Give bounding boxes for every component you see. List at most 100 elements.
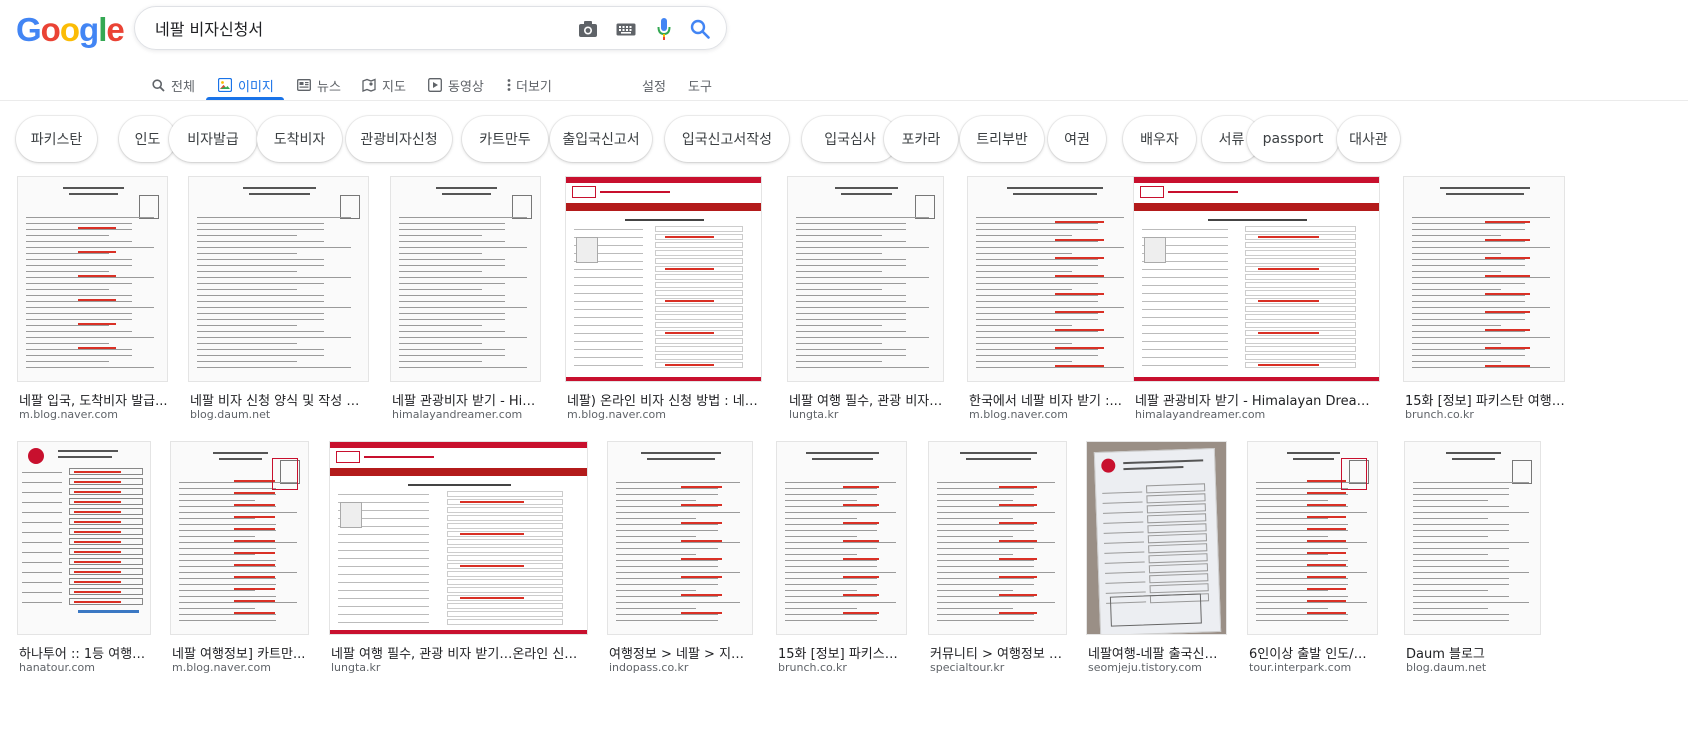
image-result[interactable]: 여행정보 > 네팔 > 지역정... indopass.co.kr xyxy=(607,441,753,693)
result-title[interactable]: 네팔 관광비자 받기 - Himal... xyxy=(392,390,541,409)
image-result[interactable]: 15화 [정보] 파키스탄 여행비... brunch.co.kr xyxy=(1403,176,1565,440)
result-title[interactable]: 네팔 여행정보] 카트만... xyxy=(172,643,309,662)
result-thumbnail[interactable] xyxy=(1404,441,1541,635)
tab-maps[interactable]: 지도 xyxy=(362,70,406,100)
chip-item[interactable]: 관광비자신청 xyxy=(346,116,452,162)
result-source[interactable]: himalayandreamer.com xyxy=(392,408,541,421)
result-thumbnail[interactable] xyxy=(565,176,762,382)
result-source[interactable]: tour.interpark.com xyxy=(1249,661,1378,674)
thumbnail-graphic xyxy=(26,295,132,296)
search-input[interactable] xyxy=(155,18,575,38)
result-source[interactable]: hanatour.com xyxy=(19,661,151,674)
chip-item[interactable]: 입국신고서작성 xyxy=(665,116,789,162)
image-result[interactable]: 네팔 여행 필수, 관광 비자 받기…온라인 신청, ... lungta.kr xyxy=(329,441,588,693)
result-title[interactable]: 네팔) 온라인 비자 신청 방법 : 네이... xyxy=(567,390,762,409)
chip-item[interactable]: 배우자 xyxy=(1123,116,1196,162)
result-thumbnail[interactable] xyxy=(787,176,944,382)
microphone-icon[interactable] xyxy=(653,18,675,40)
result-title[interactable]: Daum 블로그 xyxy=(1406,643,1541,662)
result-title[interactable]: 네팔 비자 신청 양식 및 작성 요령 xyxy=(190,390,369,409)
result-thumbnail[interactable] xyxy=(188,176,369,382)
image-result[interactable]: Daum 블로그 blog.daum.net xyxy=(1404,441,1541,693)
image-result[interactable]: 네팔 입국, 도착비자 발급... m.blog.naver.com xyxy=(17,176,168,440)
result-thumbnail[interactable] xyxy=(967,176,1141,382)
result-source[interactable]: brunch.co.kr xyxy=(778,661,907,674)
image-result[interactable]: 네팔 여행 필수, 관광 비자 ... lungta.kr xyxy=(787,176,944,440)
result-source[interactable]: m.blog.naver.com xyxy=(567,408,762,421)
result-thumbnail[interactable] xyxy=(1403,176,1565,382)
result-thumbnail[interactable] xyxy=(17,176,168,382)
result-thumbnail[interactable] xyxy=(329,441,588,635)
result-thumbnail[interactable] xyxy=(170,441,309,635)
result-source[interactable]: lungta.kr xyxy=(331,661,588,674)
chip-item[interactable]: passport xyxy=(1247,116,1339,162)
result-thumbnail[interactable] xyxy=(776,441,907,635)
result-title[interactable]: 한국에서 네팔 비자 받기 :... xyxy=(969,390,1141,409)
chip-item[interactable]: 포카라 xyxy=(884,116,958,162)
result-thumbnail[interactable] xyxy=(607,441,753,635)
chip-item[interactable]: 비자발급 xyxy=(169,116,257,162)
image-result[interactable]: 네팔여행-네팔 출국신고... seomjeju.tistory.com xyxy=(1086,441,1227,693)
result-title[interactable]: 커뮤니티 > 여행정보 > [... xyxy=(930,643,1067,662)
tab-videos[interactable]: 동영상 xyxy=(428,70,484,100)
chip-item[interactable]: 대사관 xyxy=(1337,116,1400,162)
chip-item[interactable]: 출입국신고서 xyxy=(550,116,652,162)
image-result[interactable]: 네팔 관광비자 받기 - Himal...himalayandreamer.co… xyxy=(390,176,541,440)
search-icon[interactable] xyxy=(689,19,711,39)
chip-item[interactable]: 트리부반 xyxy=(960,116,1044,162)
chip-item[interactable]: 카트만두 xyxy=(462,116,548,162)
result-title[interactable]: 하나투어 :: 1등 여행사... xyxy=(19,643,151,662)
result-source[interactable]: m.blog.naver.com xyxy=(172,661,309,674)
tab-news[interactable]: 뉴스 xyxy=(297,70,341,100)
result-title[interactable]: 네팔 여행 필수, 관광 비자 ... xyxy=(789,390,944,409)
result-source[interactable]: specialtour.kr xyxy=(930,661,1067,674)
result-title[interactable]: 네팔 여행 필수, 관광 비자 받기…온라인 신청, ... xyxy=(331,643,588,662)
google-logo[interactable]: Google xyxy=(16,12,125,48)
result-source[interactable]: seomjeju.tistory.com xyxy=(1088,661,1227,674)
result-title[interactable]: 네팔 관광비자 받기 - Himalayan Dreamer xyxy=(1135,390,1380,409)
result-source[interactable]: m.blog.naver.com xyxy=(19,408,168,421)
settings-link[interactable]: 설정 xyxy=(642,70,666,100)
image-result[interactable]: 15화 [정보] 파키스탄 ... brunch.co.kr xyxy=(776,441,907,693)
result-title[interactable]: 15화 [정보] 파키스탄 여행비... xyxy=(1405,390,1565,409)
result-title[interactable]: 15화 [정보] 파키스탄 ... xyxy=(778,643,907,662)
image-result[interactable]: 네팔 여행정보] 카트만... m.blog.naver.com xyxy=(170,441,309,693)
chip-item[interactable]: 파키스탄 xyxy=(16,116,97,162)
image-result[interactable]: 한국에서 네팔 비자 받기 :... m.blog.naver.com xyxy=(967,176,1141,440)
result-source[interactable]: lungta.kr xyxy=(789,408,944,421)
keyboard-icon[interactable] xyxy=(615,19,637,39)
result-source[interactable]: blog.daum.net xyxy=(1406,661,1541,674)
image-result[interactable]: 6인이상 출발 인도/네팔 ...tour.interpark.com xyxy=(1247,441,1378,693)
thumbnail-graphic xyxy=(574,341,643,342)
result-title[interactable]: 네팔 입국, 도착비자 발급... xyxy=(19,390,168,409)
image-result[interactable]: 하나투어 :: 1등 여행사... hanatour.com xyxy=(17,441,151,693)
result-source[interactable]: himalayandreamer.com xyxy=(1135,408,1380,421)
result-title[interactable]: 여행정보 > 네팔 > 지역정... xyxy=(609,643,753,662)
chip-item[interactable]: 여권 xyxy=(1048,116,1106,162)
result-source[interactable]: indopass.co.kr xyxy=(609,661,753,674)
chip-item[interactable]: 인도 xyxy=(119,116,176,162)
result-thumbnail[interactable] xyxy=(928,441,1067,635)
result-thumbnail[interactable] xyxy=(17,441,151,635)
image-result[interactable]: 네팔 관광비자 받기 - Himalayan Dreamer himalayand… xyxy=(1133,176,1380,440)
chip-item[interactable]: 도착비자 xyxy=(257,116,342,162)
thumbnail-graphic xyxy=(1256,518,1329,519)
tab-more[interactable]: 더보기 xyxy=(506,70,552,100)
result-thumbnail[interactable] xyxy=(390,176,541,382)
result-source[interactable]: blog.daum.net xyxy=(190,408,369,421)
tab-all[interactable]: 전체 xyxy=(151,70,195,100)
camera-icon[interactable] xyxy=(577,19,599,39)
image-result[interactable]: 네팔 비자 신청 양식 및 작성 요령 blog.daum.net xyxy=(188,176,369,440)
result-source[interactable]: m.blog.naver.com xyxy=(969,408,1141,421)
result-thumbnail[interactable] xyxy=(1133,176,1380,382)
image-result[interactable]: 네팔) 온라인 비자 신청 방법 : 네이... m.blog.naver.com xyxy=(565,176,762,440)
result-title[interactable]: 네팔여행-네팔 출국신고... xyxy=(1088,643,1227,662)
result-title[interactable]: 6인이상 출발 인도/네팔 ... xyxy=(1249,643,1378,662)
result-thumbnail[interactable] xyxy=(1247,441,1378,635)
tab-images[interactable]: 이미지 xyxy=(218,70,274,100)
image-result[interactable]: 커뮤니티 > 여행정보 > [... specialtour.kr xyxy=(928,441,1067,693)
result-thumbnail[interactable] xyxy=(1086,441,1227,635)
tools-button[interactable]: 도구 xyxy=(688,70,712,100)
thumbnail-graphic xyxy=(796,277,930,278)
result-source[interactable]: brunch.co.kr xyxy=(1405,408,1565,421)
